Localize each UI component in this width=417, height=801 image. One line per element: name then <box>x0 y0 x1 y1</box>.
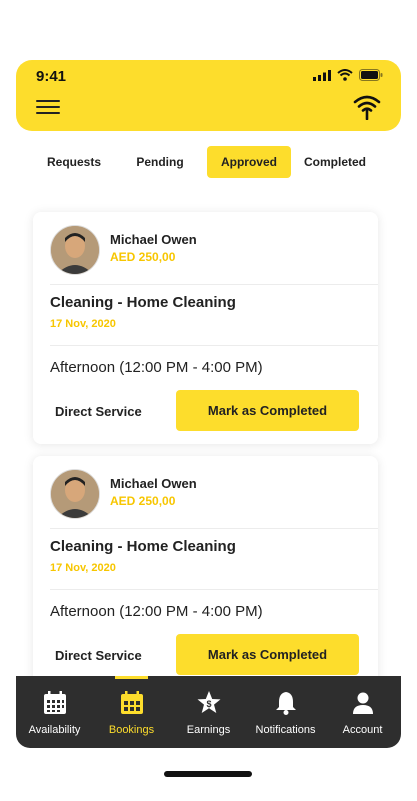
user-icon <box>352 692 373 714</box>
cellular-signal-icon <box>313 69 331 81</box>
divider <box>50 528 378 529</box>
divider <box>50 589 378 590</box>
bottom-navigation: Availability Bookings $ Earnings Notific… <box>16 676 401 748</box>
tab-requests[interactable]: Requests <box>30 146 118 178</box>
tab-approved[interactable]: Approved <box>207 146 291 178</box>
status-time: 9:41 <box>36 68 67 85</box>
divider <box>50 284 378 285</box>
calendar-icon <box>120 691 143 714</box>
home-indicator <box>164 771 252 777</box>
nav-notifications[interactable]: Notifications <box>247 676 324 748</box>
bell-icon <box>275 692 296 715</box>
status-icons <box>313 69 383 81</box>
booking-date: 17 Nov, 2020 <box>50 562 116 574</box>
booking-card: Michael Owen AED 250,00 Cleaning - Home … <box>33 212 378 444</box>
calendar-grid-icon <box>43 691 66 714</box>
nav-label: Account <box>342 724 383 736</box>
wifi-signal-icon[interactable] <box>353 94 381 120</box>
avatar <box>50 469 100 519</box>
mark-completed-button[interactable]: Mark as Completed <box>176 390 359 431</box>
svg-text:$: $ <box>206 699 211 709</box>
divider <box>50 345 378 346</box>
wifi-status-icon <box>337 69 353 81</box>
app-header: 9:41 <box>16 60 401 131</box>
service-title: Cleaning - Home Cleaning <box>50 294 236 311</box>
client-name: Michael Owen <box>110 232 197 247</box>
avatar <box>50 225 100 275</box>
hamburger-line <box>36 106 60 108</box>
nav-bookings[interactable]: Bookings <box>93 676 170 748</box>
time-slot: Afternoon (12:00 PM - 4:00 PM) <box>50 359 263 376</box>
service-type: Direct Service <box>55 404 142 419</box>
booking-card: Michael Owen AED 250,00 Cleaning - Home … <box>33 456 378 688</box>
tab-completed[interactable]: Completed <box>296 146 374 178</box>
nav-label: Earnings <box>186 724 231 736</box>
hamburger-icon <box>36 100 60 102</box>
nav-account[interactable]: Account <box>324 676 401 748</box>
battery-icon <box>359 69 383 81</box>
booking-date: 17 Nov, 2020 <box>50 318 116 330</box>
star-dollar-icon: $ <box>197 691 220 713</box>
nav-earnings[interactable]: $ Earnings <box>170 676 247 748</box>
client-name: Michael Owen <box>110 476 197 491</box>
service-type: Direct Service <box>55 648 142 663</box>
booking-price: AED 250,00 <box>110 494 176 508</box>
avatar-image <box>51 226 99 274</box>
nav-availability[interactable]: Availability <box>16 676 93 748</box>
tab-pending[interactable]: Pending <box>120 146 200 178</box>
hamburger-line <box>36 112 60 114</box>
nav-label: Notifications <box>255 724 316 736</box>
service-title: Cleaning - Home Cleaning <box>50 538 236 555</box>
menu-button[interactable] <box>36 96 60 118</box>
nav-label: Availability <box>28 724 81 736</box>
nav-label: Bookings <box>108 724 155 736</box>
booking-price: AED 250,00 <box>110 250 176 264</box>
active-indicator <box>115 676 148 679</box>
mark-completed-button[interactable]: Mark as Completed <box>176 634 359 675</box>
booking-status-tabs: Requests Pending Approved Completed <box>30 146 390 178</box>
avatar-image <box>51 470 99 518</box>
time-slot: Afternoon (12:00 PM - 4:00 PM) <box>50 603 263 620</box>
